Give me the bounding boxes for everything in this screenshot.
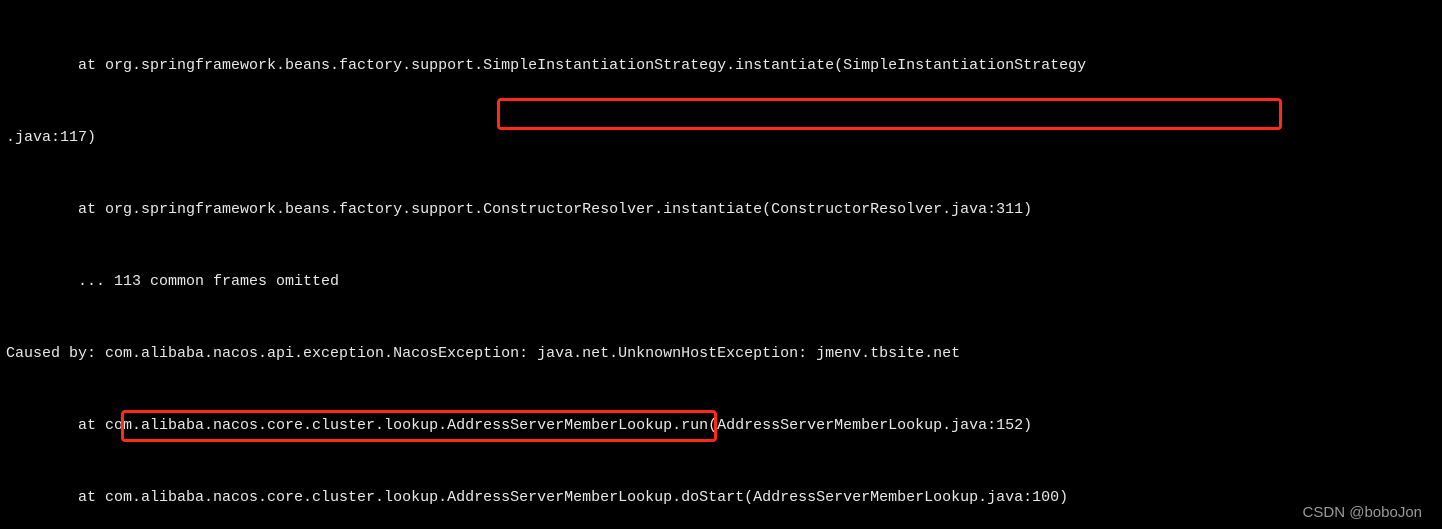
log-line: at org.springframework.beans.factory.sup… bbox=[6, 198, 1438, 222]
log-line: at com.alibaba.nacos.core.cluster.lookup… bbox=[6, 486, 1438, 510]
log-line: ... 113 common frames omitted bbox=[6, 270, 1438, 294]
log-line: at com.alibaba.nacos.core.cluster.lookup… bbox=[6, 414, 1438, 438]
terminal-output[interactable]: at org.springframework.beans.factory.sup… bbox=[0, 0, 1442, 529]
watermark-text: CSDN @boboJon bbox=[1303, 501, 1422, 525]
log-line: at org.springframework.beans.factory.sup… bbox=[6, 54, 1438, 78]
log-line: .java:117) bbox=[6, 126, 1438, 150]
log-line: Caused by: com.alibaba.nacos.api.excepti… bbox=[6, 342, 1438, 366]
